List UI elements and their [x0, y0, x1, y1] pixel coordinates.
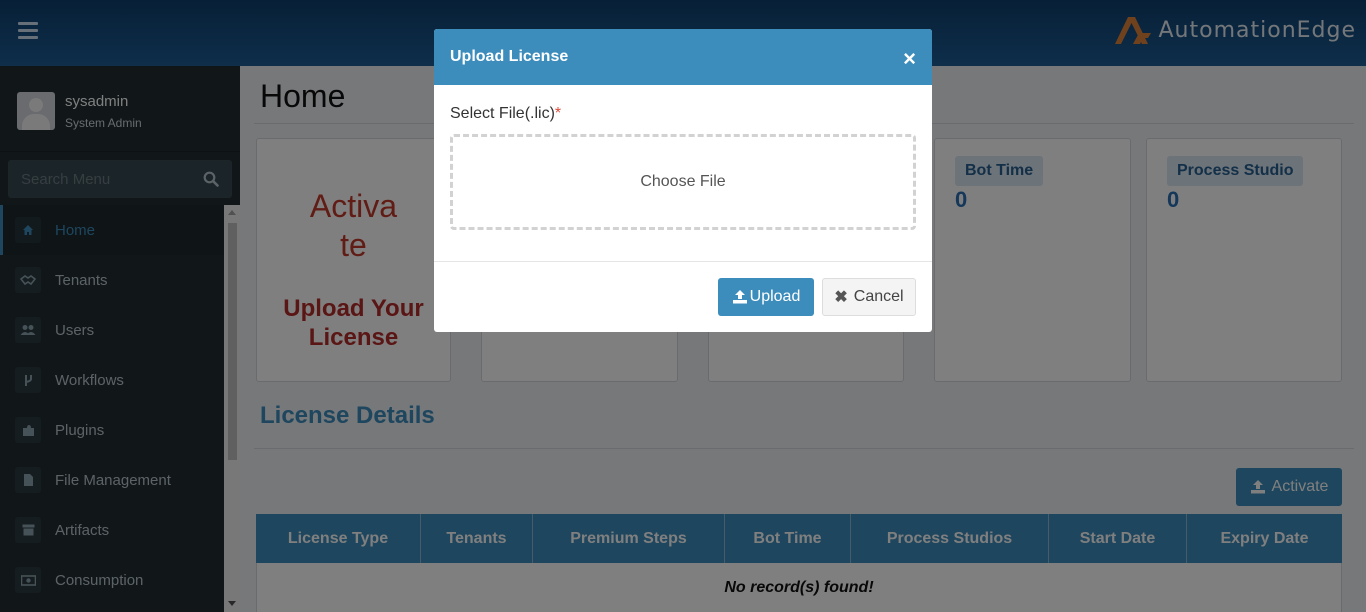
upload-button[interactable]: Upload: [718, 278, 814, 316]
divider: [434, 261, 932, 262]
upload-button-label: Upload: [749, 288, 801, 305]
close-icon: ✖: [834, 289, 848, 306]
required-mark: *: [554, 105, 562, 122]
cancel-button[interactable]: ✖ Cancel: [822, 278, 916, 316]
upload-license-modal: Upload License × Select File(.lic)* Choo…: [434, 29, 932, 332]
close-icon[interactable]: ×: [903, 48, 916, 70]
cancel-button-label: Cancel: [853, 288, 904, 305]
modal-header: Upload License ×: [434, 29, 932, 85]
upload-icon: [732, 290, 747, 304]
file-dropzone[interactable]: Choose File: [450, 134, 916, 230]
modal-title: Upload License: [450, 48, 569, 65]
file-field-label: Select File(.lic)*: [450, 105, 562, 122]
choose-file-text: Choose File: [640, 173, 726, 190]
